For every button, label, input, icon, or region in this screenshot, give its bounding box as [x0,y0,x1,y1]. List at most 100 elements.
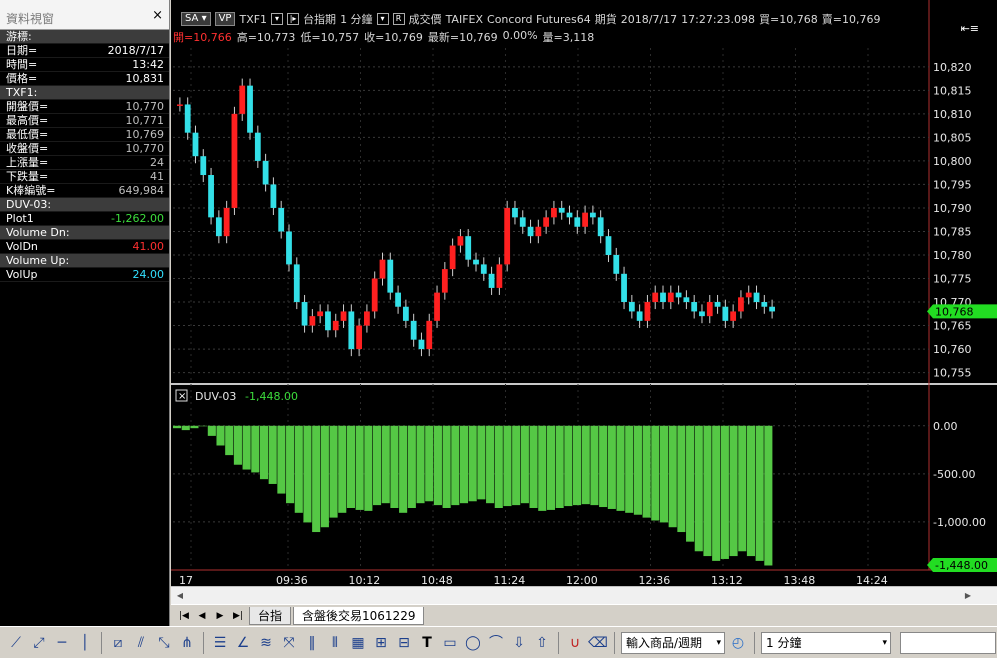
grid-tool-icon[interactable]: ▦ [348,632,368,654]
time-tick-label: 13:12 [711,574,743,586]
candle-body [441,269,448,293]
tab-taizhi[interactable]: 台指 [249,606,292,625]
symbol-dropdown-icon[interactable]: ▾ [271,13,284,25]
data-window: 資料視窗 × 游標: 日期= 2018/7/17 時間= 13:42 價格= 10,8… [0,0,170,658]
chart-canvas[interactable]: 10,820 10,815 10,810 10,805 10,800 10,795 10,7… [171,0,997,586]
duv-bar [529,425,538,508]
rect-tool-icon[interactable]: ▭ [440,632,460,654]
candle-body [177,104,183,106]
duv-bar [242,425,251,470]
channel-tool-icon[interactable]: ⧄ [108,632,128,654]
time-tick-label: 10:48 [421,574,453,586]
down-arrow-tool-icon[interactable]: ⇩ [509,632,529,654]
candle-body [317,311,324,317]
last-price-label: 10,768 [935,305,974,318]
chart-area[interactable]: 10,820 10,815 10,810 10,805 10,800 10,795 10,7… [171,0,997,604]
period-select[interactable]: 1 分鐘 ▾ [761,631,891,654]
data-window-titlebar[interactable]: 資料視窗 × [0,0,169,30]
volup-row: VolUp 24.00 [0,268,169,282]
duv-bar [416,425,425,504]
buy-label: 買=10,768 [759,13,818,26]
scroll-left-icon[interactable]: ◀ [173,589,187,603]
fib-tool-icon[interactable]: ☰ [210,632,230,654]
duv-bar [642,425,651,518]
hline-tool-icon[interactable]: ─ [52,632,72,654]
candle-body [535,226,542,237]
candle-body [504,207,511,265]
candle-body [200,156,207,176]
duv-bar [651,425,660,521]
prev-sheet-button[interactable]: ◀ [193,611,211,621]
ellipse-tool-icon[interactable]: ◯ [463,632,483,654]
candle-body [457,236,464,246]
open-quote: 開=10,766 [173,31,232,44]
duv-bar [338,425,347,513]
time-tool-icon[interactable]: ⫴ [325,632,345,654]
angle-tool-icon[interactable]: ∠ [233,632,253,654]
parallel-tool-icon[interactable]: ⫽ [131,632,151,654]
vp-button[interactable]: VP [214,12,236,26]
vline-tool-icon[interactable]: │ [75,632,95,654]
sa-button[interactable]: SA ▾ [181,12,211,26]
period-dropdown-icon[interactable]: ▾ [376,13,389,25]
panel-menu-icon[interactable]: ⇤≡ [961,22,979,35]
open-row: 開盤價= 10,770 [0,100,169,114]
candle-body [683,297,690,303]
duv-bar [320,425,329,528]
clock-label: 17:27:23.098 [681,12,756,26]
line-tool-icon[interactable]: ⟋ [6,632,26,654]
candle-body [753,292,760,303]
candle-body [589,212,596,218]
eraser-icon[interactable]: ⌫ [588,632,608,654]
trend-tool-icon[interactable]: ⤡ [154,632,174,654]
duv-bar [251,425,260,473]
time-tick-label: 11:24 [494,574,526,586]
command-input[interactable] [900,631,996,654]
candle-body [410,320,417,340]
duv-bar [720,425,729,559]
product-period-select[interactable]: 輸入商品/週期 ▾ [621,631,725,654]
ruler-tool-icon[interactable]: ⊟ [394,632,414,654]
close-icon[interactable]: × [152,8,163,23]
candle-body [301,302,308,326]
price-tick-label: 10,810 [933,108,972,121]
tab-after-hours[interactable]: 含盤後交易1061229 [293,606,425,625]
text-tool-icon[interactable]: T [417,632,437,654]
gann-tool-icon[interactable]: ⤧ [279,632,299,654]
duv-bar [564,425,573,507]
fan-tool-icon[interactable]: ⋔ [177,632,197,654]
symbol-select-icon[interactable]: |▸ [287,13,300,25]
cycle-tool-icon[interactable]: ‖ [302,632,322,654]
curve-tool-icon[interactable]: ⌒ [486,632,506,654]
duv-bar [607,425,616,509]
magnet-icon[interactable]: ∪ [565,632,585,654]
first-sheet-button[interactable]: |◀ [175,611,193,621]
r-button[interactable]: R [392,13,405,25]
duv-bar [190,425,199,429]
ray-tool-icon[interactable]: ⤢ [29,632,49,654]
last-sheet-button[interactable]: ▶| [229,611,247,621]
indicator-marker-label: -1,448.00 [935,559,988,572]
down-volume-row: 下跌量= 41 [0,170,169,184]
up-arrow-tool-icon[interactable]: ⇧ [532,632,552,654]
period-label: 1 分鐘 [340,13,373,26]
indicator-name: DUV-03 [195,390,236,403]
candle-body [208,175,214,218]
horizontal-scrollbar[interactable]: ◀ ▶ [171,586,997,604]
speed-tool-icon[interactable]: ≋ [256,632,276,654]
candle-body [371,278,378,312]
table-tool-icon[interactable]: ⊞ [371,632,391,654]
candle-body [247,85,253,133]
candle-body [402,306,409,321]
duv-bar [312,425,321,533]
duv-bar [677,425,686,533]
candle-body [262,160,269,185]
clock-icon[interactable]: ◴ [728,632,748,654]
candle-body [364,311,370,326]
scroll-right-icon[interactable]: ▶ [961,589,975,603]
candle-body [293,264,300,303]
candle-body [582,212,588,227]
duv-bar [512,425,521,506]
next-sheet-button[interactable]: ▶ [211,611,229,621]
duv-bar [503,425,512,507]
